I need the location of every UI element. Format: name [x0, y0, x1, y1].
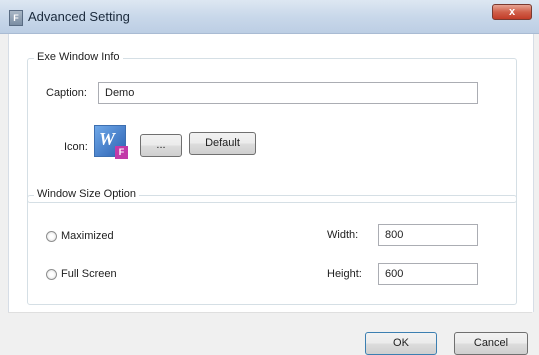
cancel-button[interactable]: Cancel — [454, 332, 528, 355]
full-screen-radio[interactable] — [46, 269, 57, 280]
caption-input[interactable] — [98, 82, 478, 104]
window-size-option-group: Window Size Option — [27, 188, 517, 305]
width-label: Width: — [327, 229, 359, 241]
title-bar: F Advanced Setting x — [0, 0, 539, 34]
icon-preview-badge: F — [115, 146, 128, 159]
close-button[interactable]: x — [492, 4, 532, 20]
dialog-body: Exe Window Info Caption: Icon: W F ... D… — [8, 34, 534, 312]
icon-preview-letter: W — [99, 129, 116, 149]
exe-window-info-label: Exe Window Info — [34, 51, 123, 63]
caption-label-text: Caption: — [46, 87, 87, 99]
window-title: Advanced Setting — [28, 9, 130, 24]
maximized-label[interactable]: Maximized — [61, 230, 114, 242]
default-icon-button[interactable]: Default — [189, 132, 256, 155]
dialog-footer: OK Cancel — [8, 312, 532, 355]
height-input[interactable] — [378, 263, 478, 285]
full-screen-label[interactable]: Full Screen — [61, 268, 117, 280]
width-input[interactable] — [378, 224, 478, 246]
ok-button[interactable]: OK — [365, 332, 437, 355]
caption-label: Caption: — [46, 87, 87, 99]
exe-icon-preview: W F — [94, 125, 128, 159]
app-icon: F — [9, 10, 23, 26]
window-size-option-label: Window Size Option — [34, 188, 140, 200]
icon-label: Icon: — [64, 141, 88, 153]
height-label: Height: — [327, 268, 362, 280]
browse-icon-button[interactable]: ... — [140, 134, 182, 157]
maximized-radio[interactable] — [46, 231, 57, 242]
